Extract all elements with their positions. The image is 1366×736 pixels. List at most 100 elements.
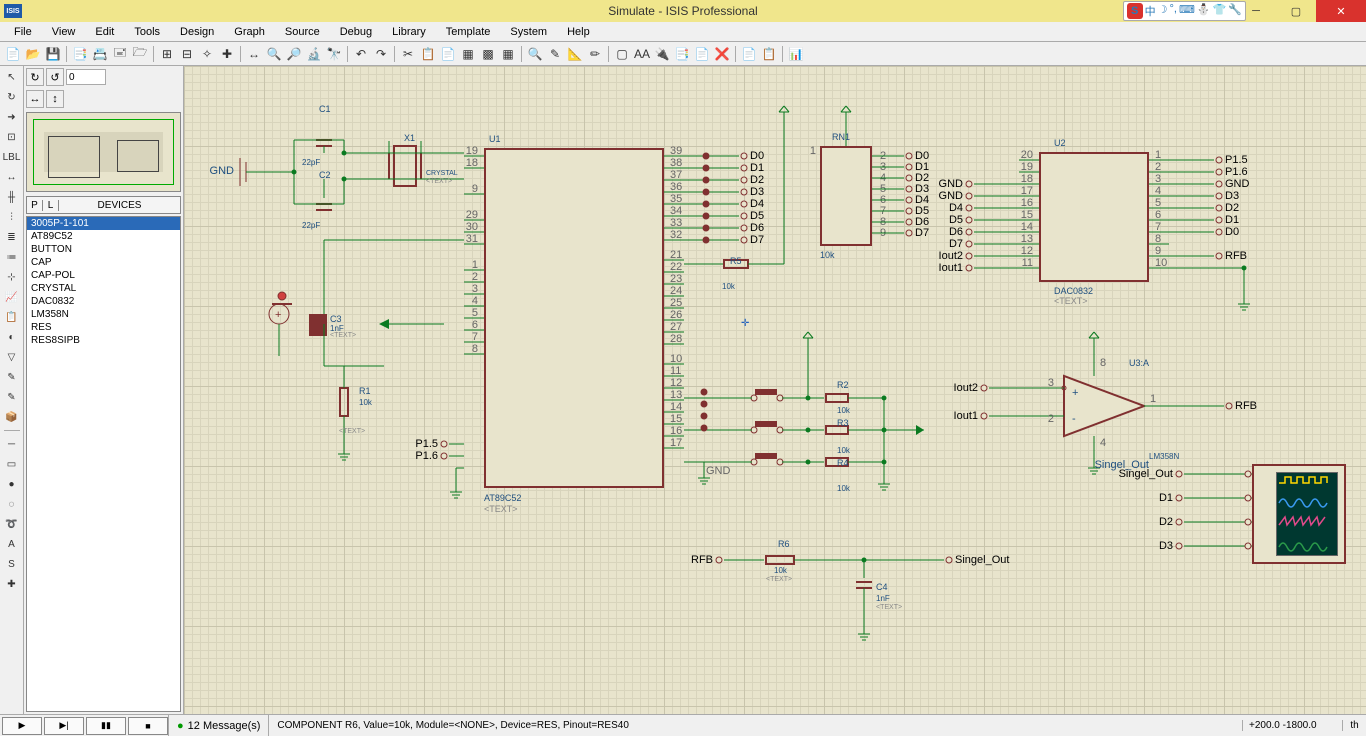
toolbar-btn-23[interactable]: ✂ (399, 45, 417, 63)
device-RES[interactable]: RES (27, 321, 180, 334)
pause-button[interactable]: ▮▮ (86, 717, 126, 735)
toolbar-btn-33[interactable]: ✏ (586, 45, 604, 63)
maximize-button[interactable]: ▢ (1276, 0, 1316, 22)
ltool-16[interactable]: ✎ (3, 388, 21, 406)
menu-debug[interactable]: Debug (330, 24, 382, 40)
toolbar-btn-24[interactable]: 📋 (419, 45, 437, 63)
rotate-ccw-button[interactable]: ↺ (46, 68, 64, 86)
u2-body[interactable] (1039, 152, 1149, 282)
toolbar-btn-18[interactable]: 🔭 (325, 45, 343, 63)
picker-l-button[interactable]: L (43, 200, 59, 211)
ltool-1[interactable]: ↻ (3, 88, 21, 106)
toolbar-btn-21[interactable]: ↷ (372, 45, 390, 63)
close-button[interactable]: ✕ (1316, 0, 1366, 22)
toolbar-btn-16[interactable]: 🔎 (285, 45, 303, 63)
lshape-1[interactable]: ▭ (3, 455, 21, 473)
toolbar-btn-38[interactable]: 📑 (673, 45, 691, 63)
toolbar-btn-15[interactable]: 🔍 (265, 45, 283, 63)
toolbar-btn-1[interactable]: 📂 (24, 45, 42, 63)
lshape-3[interactable]: ◌ (3, 495, 21, 513)
ltool-17[interactable]: 📦 (3, 408, 21, 426)
lshape-4[interactable]: ➰ (3, 515, 21, 533)
ltool-15[interactable]: ✎ (3, 368, 21, 386)
toolbar-btn-6[interactable]: 🖃 (111, 45, 129, 63)
mirror-h-button[interactable]: ↔ (26, 90, 44, 108)
ltool-11[interactable]: 📈 (3, 288, 21, 306)
toolbar-btn-43[interactable]: 📋 (760, 45, 778, 63)
rotation-input[interactable] (66, 69, 106, 85)
ltool-8[interactable]: ≣ (3, 228, 21, 246)
toolbar-btn-14[interactable]: ↔ (245, 45, 263, 63)
canvas[interactable]: 19XTAL118XTAL29RST29PSEN30ALE31EA1P1.0/T… (184, 66, 1366, 714)
picker-p-button[interactable]: P (27, 200, 43, 211)
stop-button[interactable]: ■ (128, 717, 168, 735)
menu-library[interactable]: Library (382, 24, 436, 40)
toolbar-btn-0[interactable]: 📄 (4, 45, 22, 63)
menu-edit[interactable]: Edit (85, 24, 124, 40)
toolbar-btn-36[interactable]: AA (633, 45, 651, 63)
device-CAP[interactable]: CAP (27, 256, 180, 269)
toolbar-btn-25[interactable]: 📄 (439, 45, 457, 63)
ltool-14[interactable]: ▽ (3, 348, 21, 366)
minimize-button[interactable]: ─ (1236, 0, 1276, 22)
play-button[interactable]: ▶ (2, 717, 42, 735)
toolbar-btn-31[interactable]: ✎ (546, 45, 564, 63)
scope-body[interactable] (1252, 464, 1346, 564)
ltool-4[interactable]: LBL (3, 148, 21, 166)
ime-indicator[interactable]: S 中 ☽ °, ⌨ ⛄ 👕 🔧 (1123, 1, 1246, 21)
device-DAC0832[interactable]: DAC0832 (27, 295, 180, 308)
toolbar-btn-11[interactable]: ✧ (198, 45, 216, 63)
menu-graph[interactable]: Graph (224, 24, 275, 40)
device-CAP-POL[interactable]: CAP-POL (27, 269, 180, 282)
toolbar-btn-26[interactable]: ▦ (459, 45, 477, 63)
menu-help[interactable]: Help (557, 24, 600, 40)
toolbar-btn-12[interactable]: ✚ (218, 45, 236, 63)
device-LM358N[interactable]: LM358N (27, 308, 180, 321)
device-RES8SIPB[interactable]: RES8SIPB (27, 334, 180, 347)
toolbar-btn-5[interactable]: 📇 (91, 45, 109, 63)
menu-file[interactable]: File (4, 24, 42, 40)
toolbar-btn-20[interactable]: ↶ (352, 45, 370, 63)
toolbar-btn-42[interactable]: 📄 (740, 45, 758, 63)
toolbar-btn-35[interactable]: ▢ (613, 45, 631, 63)
lshape-2[interactable]: ● (3, 475, 21, 493)
toolbar-btn-9[interactable]: ⊞ (158, 45, 176, 63)
menu-view[interactable]: View (42, 24, 86, 40)
toolbar-btn-32[interactable]: 📐 (566, 45, 584, 63)
device-3005P-1-101[interactable]: 3005P-1-101 (27, 217, 180, 230)
rotate-cw-button[interactable]: ↻ (26, 68, 44, 86)
toolbar-btn-27[interactable]: ▩ (479, 45, 497, 63)
messages-pane[interactable]: ● 12 Message(s) (168, 715, 268, 736)
ltool-7[interactable]: ⫶ (3, 208, 21, 226)
toolbar-btn-37[interactable]: 🔌 (653, 45, 671, 63)
toolbar-btn-2[interactable]: 💾 (44, 45, 62, 63)
lshape-5[interactable]: A (3, 535, 21, 553)
ltool-3[interactable]: ⊡ (3, 128, 21, 146)
toolbar-btn-10[interactable]: ⊟ (178, 45, 196, 63)
toolbar-btn-39[interactable]: 📄 (693, 45, 711, 63)
device-list[interactable]: 3005P-1-101AT89C52BUTTONCAPCAP-POLCRYSTA… (26, 216, 181, 712)
ltool-2[interactable]: ➜ (3, 108, 21, 126)
menu-tools[interactable]: Tools (124, 24, 170, 40)
lshape-6[interactable]: S (3, 555, 21, 573)
toolbar-btn-4[interactable]: 📑 (71, 45, 89, 63)
mirror-v-button[interactable]: ↕ (46, 90, 64, 108)
menu-design[interactable]: Design (170, 24, 224, 40)
ltool-5[interactable]: ↔ (3, 168, 21, 186)
ltool-13[interactable]: ◐ (3, 328, 21, 346)
step-button[interactable]: ▶| (44, 717, 84, 735)
device-CRYSTAL[interactable]: CRYSTAL (27, 282, 180, 295)
device-AT89C52[interactable]: AT89C52 (27, 230, 180, 243)
menu-template[interactable]: Template (436, 24, 501, 40)
toolbar-btn-45[interactable]: 📊 (787, 45, 805, 63)
device-BUTTON[interactable]: BUTTON (27, 243, 180, 256)
menu-system[interactable]: System (500, 24, 557, 40)
toolbar-btn-28[interactable]: ▦ (499, 45, 517, 63)
toolbar-btn-40[interactable]: ❌ (713, 45, 731, 63)
toolbar-btn-30[interactable]: 🔍 (526, 45, 544, 63)
u1-body[interactable] (484, 148, 664, 488)
lshape-7[interactable]: ✚ (3, 575, 21, 593)
menu-source[interactable]: Source (275, 24, 330, 40)
ltool-6[interactable]: ╫ (3, 188, 21, 206)
ltool-0[interactable]: ↖ (3, 68, 21, 86)
